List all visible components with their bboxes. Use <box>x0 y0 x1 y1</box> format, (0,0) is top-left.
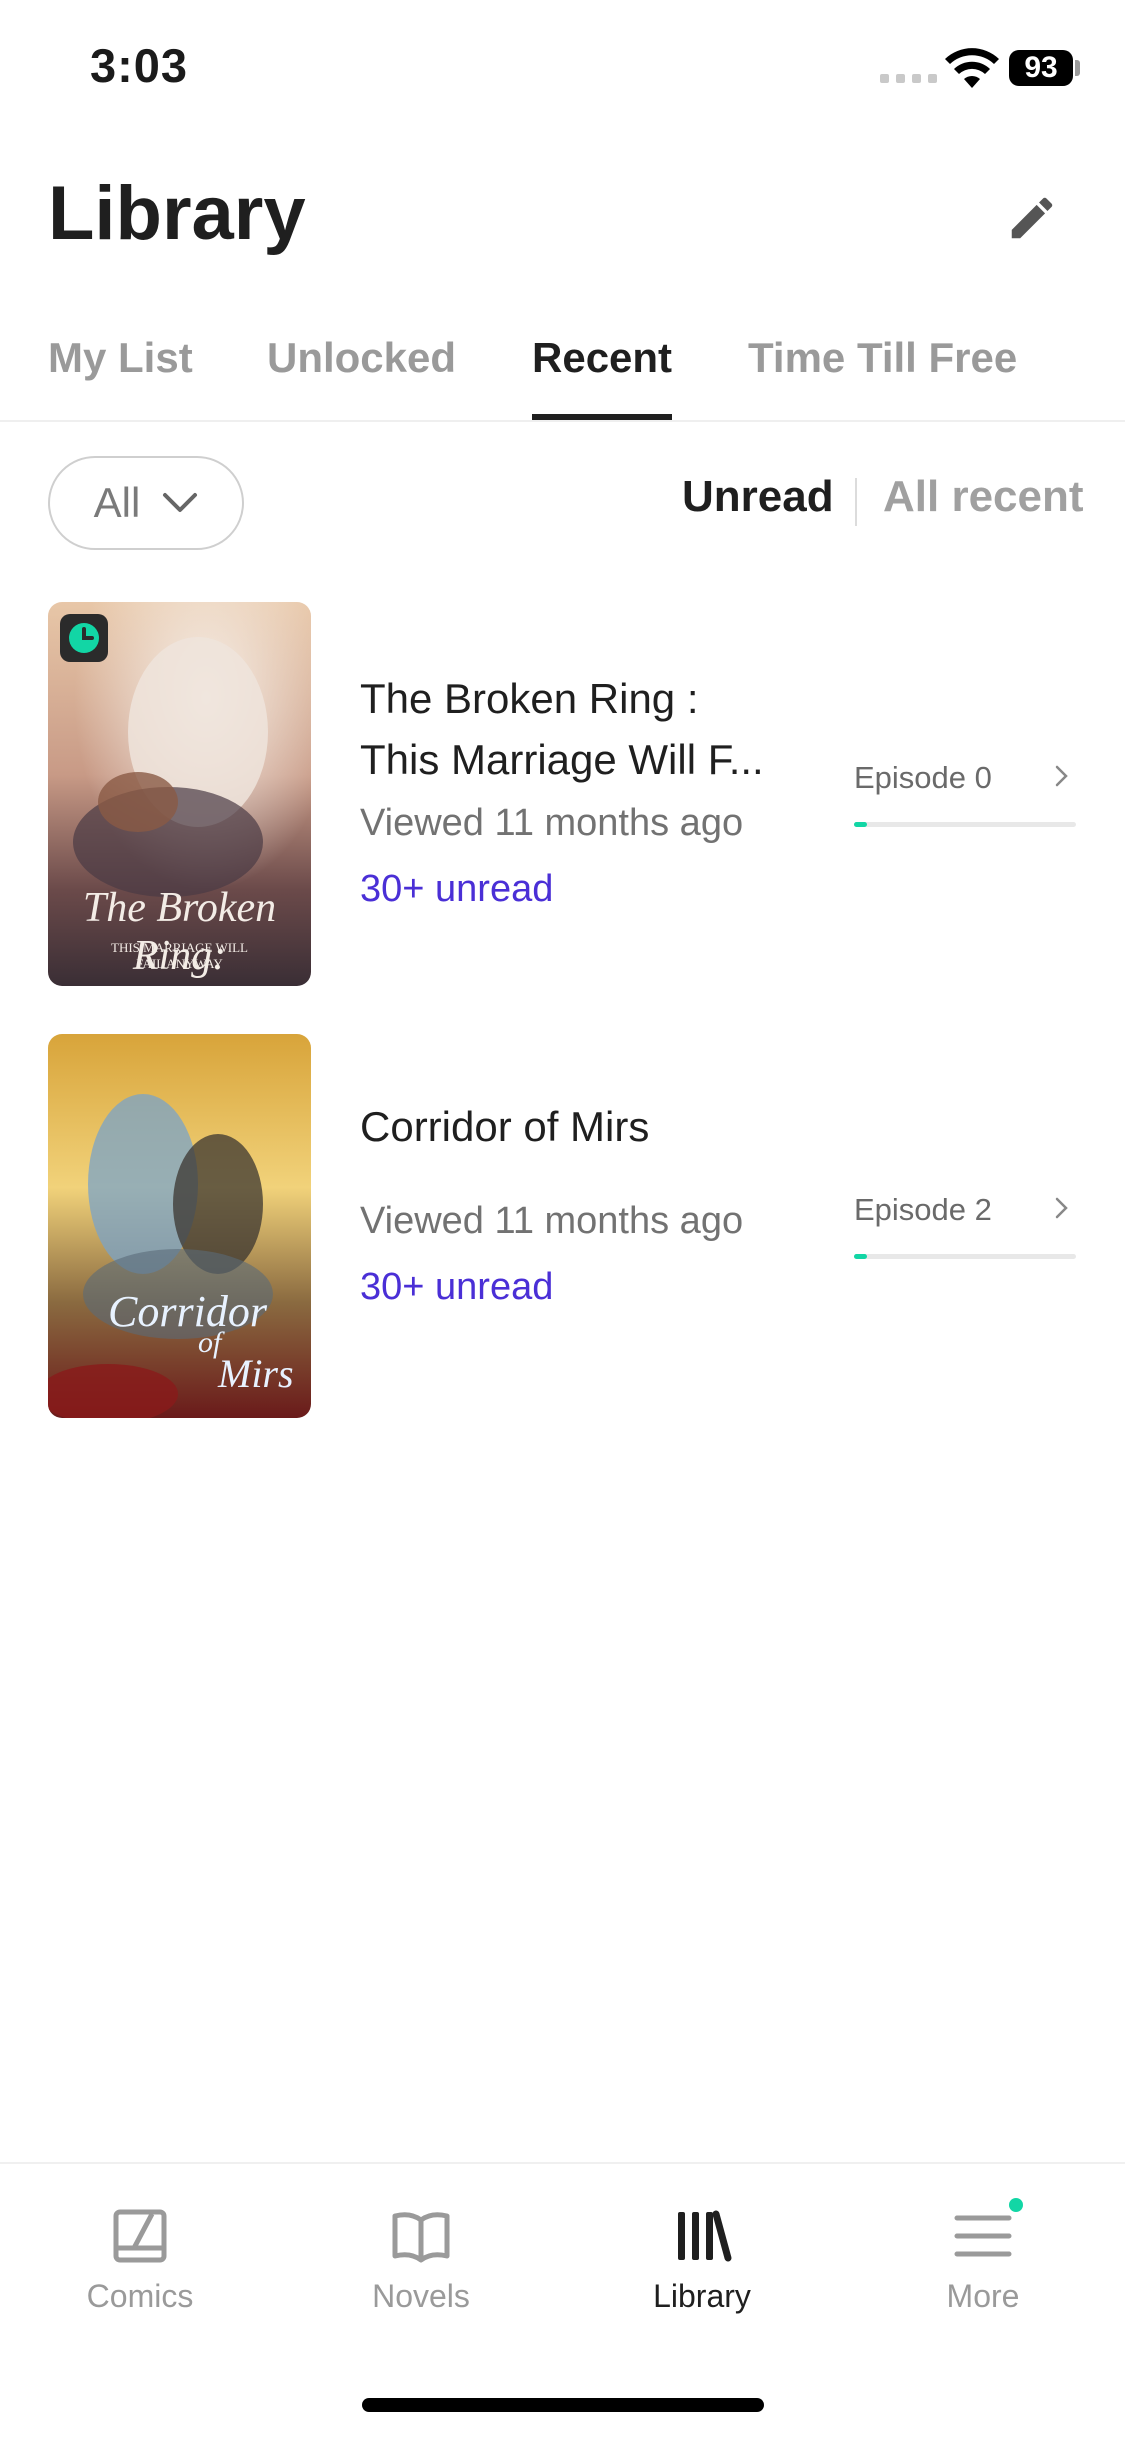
item-viewed-time: Viewed 11 months ago <box>360 802 744 844</box>
toggle-all-recent[interactable]: All recent <box>883 472 1084 522</box>
episode-progress-fill <box>854 1254 868 1259</box>
episode-progress-bar <box>854 1254 1076 1259</box>
pencil-icon <box>1011 197 1053 239</box>
episode-label[interactable]: Episode 0 <box>854 760 992 796</box>
library-tabs: My List Unlocked Recent Time Till Free <box>0 320 1125 422</box>
bottom-nav: Comics Novels Library More <box>0 2162 1125 2438</box>
filter-selected-label: All <box>93 479 141 526</box>
edit-button[interactable] <box>1000 186 1064 250</box>
clock-icon <box>69 623 99 653</box>
status-time: 3:03 <box>90 39 189 92</box>
book-icon <box>392 2212 450 2263</box>
toggle-unread[interactable]: Unread <box>682 472 834 522</box>
item-unread-count: 30+ unread <box>360 1266 554 1308</box>
chevron-right-icon[interactable] <box>1052 1196 1072 1220</box>
item-title-line-2: This Marriage Will F... <box>360 736 764 783</box>
notification-dot <box>1009 2198 1023 2212</box>
chevron-down-icon <box>163 493 198 512</box>
episode-progress-fill <box>854 822 868 827</box>
menu-icon <box>954 2215 1012 2257</box>
battery-cap <box>1075 60 1080 76</box>
tab-my-list[interactable]: My List <box>48 334 193 420</box>
status-bar: 3:03 93 <box>0 0 1125 140</box>
item-unread-count: 30+ unread <box>360 868 554 910</box>
page-title: Library <box>48 171 306 256</box>
nav-label: More <box>946 2278 1020 2314</box>
cover-subtitle-text: THIS MARRIAGE WILL FAIL ANYWAY <box>111 940 248 971</box>
nav-item-library[interactable]: Library <box>602 2204 802 2315</box>
tab-recent[interactable]: Recent <box>532 334 673 420</box>
tab-unlocked[interactable]: Unlocked <box>267 334 456 420</box>
item-title-line-1: The Broken Ring : <box>360 675 699 722</box>
comics-icon <box>113 2209 167 2263</box>
list-item[interactable]: The Broken Ring: THIS MARRIAGE WILL FAIL… <box>0 602 1125 986</box>
cellular-signal-icon <box>880 74 937 83</box>
list-item[interactable]: Corridor of Mirs Corridor of Mirs Viewed… <box>0 1034 1125 1418</box>
episode-progress-bar <box>854 822 1076 827</box>
battery-indicator: 93 <box>1009 50 1073 86</box>
cover-image[interactable]: The Broken Ring: THIS MARRIAGE WILL FAIL… <box>48 602 311 986</box>
tab-time-till-free[interactable]: Time Till Free <box>748 334 1017 420</box>
filter-dropdown[interactable]: All <box>48 456 244 550</box>
episode-label[interactable]: Episode 2 <box>854 1192 992 1228</box>
nav-item-novels[interactable]: Novels <box>321 2204 521 2315</box>
cover-image[interactable]: Corridor of Mirs <box>48 1034 311 1418</box>
home-indicator <box>362 2398 764 2412</box>
time-till-free-badge <box>60 614 108 662</box>
chevron-right-icon[interactable] <box>1052 764 1072 788</box>
wifi-icon <box>945 48 999 88</box>
item-viewed-time: Viewed 11 months ago <box>360 1200 744 1242</box>
nav-label: Library <box>653 2278 751 2314</box>
library-icon <box>678 2210 732 2262</box>
cover-title-text-3: Mirs <box>218 1351 294 1396</box>
nav-item-more[interactable]: More <box>883 2198 1083 2315</box>
nav-label: Comics <box>86 2278 194 2314</box>
nav-label: Novels <box>372 2278 470 2314</box>
toggle-divider <box>855 478 857 526</box>
nav-item-comics[interactable]: Comics <box>40 2204 240 2315</box>
cover-title-text: Corridor <box>108 1287 267 1336</box>
item-title-line-1: Corridor of Mirs <box>360 1103 650 1150</box>
